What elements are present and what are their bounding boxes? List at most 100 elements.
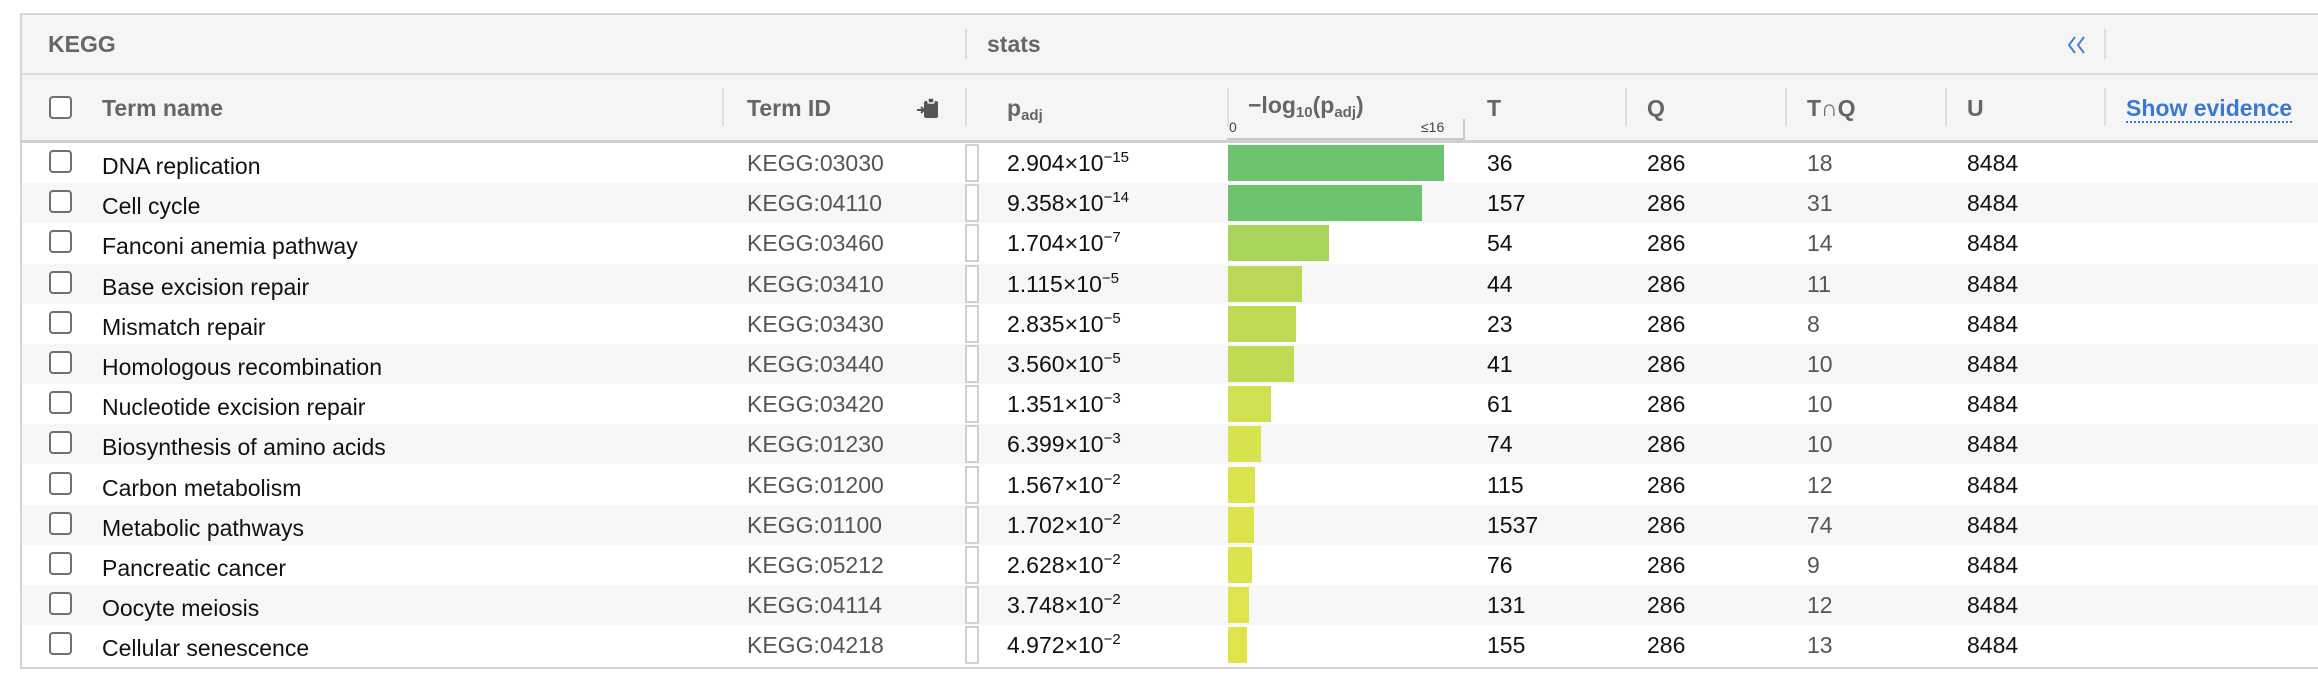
t-intersect-q-cell: 13	[1807, 632, 1833, 659]
header-term-name[interactable]: Term name	[102, 75, 223, 139]
row-marker	[965, 505, 979, 544]
table-row[interactable]: Homologous recombination KEGG:03440 3.56…	[22, 344, 2318, 384]
table-row[interactable]: Biosynthesis of amino acids KEGG:01230 6…	[22, 424, 2318, 465]
table-row[interactable]: Metabolic pathways KEGG:01100 1.702×10−2…	[22, 504, 2318, 545]
padj-cell: 3.560×10−5	[1007, 344, 1121, 384]
padj-mantissa: 1.702	[1007, 511, 1065, 538]
t-intersect-q-cell: 10	[1807, 431, 1833, 458]
row-checkbox[interactable]	[49, 431, 72, 455]
neglog10-padj-bar	[1228, 145, 1445, 181]
row-checkbox[interactable]	[49, 190, 72, 214]
header-t[interactable]: T	[1487, 75, 1501, 139]
t-intersect-q-cell: 18	[1807, 150, 1833, 176]
term-id-cell: KEGG:01200	[747, 471, 884, 498]
header-neglog10-padj[interactable]: −log10(padj)	[1248, 75, 1364, 139]
padj-exponent: −15	[1103, 149, 1130, 166]
neglog10-padj-bar	[1228, 265, 1302, 302]
padj-cell: 4.972×10−2	[1007, 625, 1121, 665]
t-intersect-q-cell: 12	[1807, 592, 1833, 619]
axis-line	[1227, 138, 1465, 140]
q-cell: 286	[1647, 592, 1686, 619]
neglog10-padj-bar	[1228, 547, 1252, 583]
u-cell: 8484	[1967, 552, 2019, 578]
header-q[interactable]: Q	[1647, 75, 1665, 139]
padj-cell: 9.358×10−14	[1007, 183, 1129, 223]
padj-mantissa: 1.704	[1007, 230, 1065, 257]
term-name-cell: Cellular senescence	[102, 635, 310, 662]
header-padj-main: p	[1007, 95, 1022, 121]
padj-exponent: −7	[1103, 229, 1121, 247]
term-id-cell: KEGG:04110	[747, 190, 883, 217]
row-checkbox[interactable]	[49, 471, 72, 495]
term-id-cell: KEGG:04218	[747, 632, 884, 659]
padj-cell: 1.115×10−5	[1007, 264, 1119, 304]
q-cell: 286	[1647, 190, 1686, 217]
table-row[interactable]: Pancreatic cancer KEGG:05212 2.628×10−2 …	[22, 545, 2318, 585]
neglog10-padj-bar	[1228, 185, 1422, 222]
row-checkbox[interactable]	[49, 270, 72, 294]
u-cell: 8484	[1967, 632, 2019, 659]
term-id-cell: KEGG:03440	[747, 351, 884, 377]
padj-times: ×10	[1064, 632, 1104, 659]
term-id-cell: KEGG:01100	[747, 511, 883, 538]
row-checkbox[interactable]	[49, 592, 72, 616]
t-cell: 115	[1487, 471, 1524, 498]
row-checkbox[interactable]	[49, 552, 72, 575]
term-name-cell: Base excision repair	[102, 273, 310, 300]
row-checkbox[interactable]	[49, 351, 72, 374]
double-chevron-left-icon[interactable]	[2062, 29, 2092, 61]
header-padj[interactable]: padj	[1007, 75, 1043, 139]
u-cell: 8484	[1967, 592, 2019, 619]
term-name-cell: DNA replication	[102, 153, 261, 179]
u-cell: 8484	[1967, 351, 2019, 377]
q-cell: 286	[1647, 310, 1686, 337]
row-checkbox[interactable]	[49, 632, 72, 656]
padj-exponent: −14	[1103, 189, 1130, 207]
table-row[interactable]: Oocyte meiosis KEGG:04114 3.748×10−2 131…	[22, 585, 2318, 626]
table-row[interactable]: Carbon metabolism KEGG:01200 1.567×10−2 …	[22, 465, 2318, 505]
term-id-cell: KEGG:03420	[747, 391, 884, 418]
row-checkbox[interactable]	[49, 150, 72, 173]
table-row[interactable]: DNA replication KEGG:03030 2.904×10−15 3…	[22, 143, 2318, 183]
group-divider	[965, 29, 967, 59]
header-t-intersect-q[interactable]: T∩Q	[1807, 75, 1856, 139]
row-marker	[965, 425, 979, 464]
header-term-id[interactable]: Term ID	[747, 75, 831, 139]
table-row[interactable]: Mismatch repair KEGG:03430 2.835×10−5 23…	[22, 304, 2318, 344]
q-cell: 286	[1647, 431, 1686, 458]
header-log-prefix: −log	[1248, 92, 1296, 118]
u-cell: 8484	[1967, 471, 2019, 498]
padj-mantissa: 2.904	[1007, 150, 1065, 176]
row-marker	[965, 264, 979, 303]
table-row[interactable]: Cellular senescence KEGG:04218 4.972×10−…	[22, 625, 2318, 665]
row-checkbox[interactable]	[49, 391, 72, 415]
u-cell: 8484	[1967, 511, 2019, 538]
table-row[interactable]: Nucleotide excision repair KEGG:03420 1.…	[22, 384, 2318, 424]
row-checkbox[interactable]	[49, 511, 72, 535]
u-cell: 8484	[1967, 310, 2019, 337]
padj-times: ×10	[1064, 230, 1104, 257]
copy-clipboard-icon[interactable]	[915, 96, 941, 122]
table-row[interactable]: Base excision repair KEGG:03410 1.115×10…	[22, 263, 2318, 304]
t-cell: 23	[1487, 310, 1513, 337]
term-id-cell: KEGG:03030	[747, 150, 884, 176]
t-cell: 1537	[1487, 511, 1539, 538]
double-chevron-left-svg	[2067, 36, 2085, 54]
padj-cell: 1.704×10−7	[1007, 223, 1121, 263]
term-id-cell: KEGG:03410	[747, 270, 884, 297]
header-log-sub-adj: adj	[1334, 104, 1357, 121]
padj-mantissa: 9.358	[1007, 190, 1065, 217]
select-all-checkbox[interactable]	[49, 96, 72, 119]
row-marker	[965, 586, 979, 625]
header-padj-sub: adj	[1021, 107, 1043, 124]
term-id-cell: KEGG:05212	[747, 552, 884, 578]
row-checkbox[interactable]	[49, 310, 72, 334]
header-u[interactable]: U	[1967, 75, 1984, 139]
table-row[interactable]: Fanconi anemia pathway KEGG:03460 1.704×…	[22, 223, 2318, 263]
t-cell: 36	[1487, 150, 1513, 176]
padj-mantissa: 4.972	[1007, 632, 1065, 659]
show-evidence-link[interactable]: Show evidence	[2126, 75, 2293, 139]
column-divider	[1785, 88, 1787, 126]
table-row[interactable]: Cell cycle KEGG:04110 9.358×10−14 157 28…	[22, 183, 2318, 224]
row-checkbox[interactable]	[49, 230, 72, 254]
